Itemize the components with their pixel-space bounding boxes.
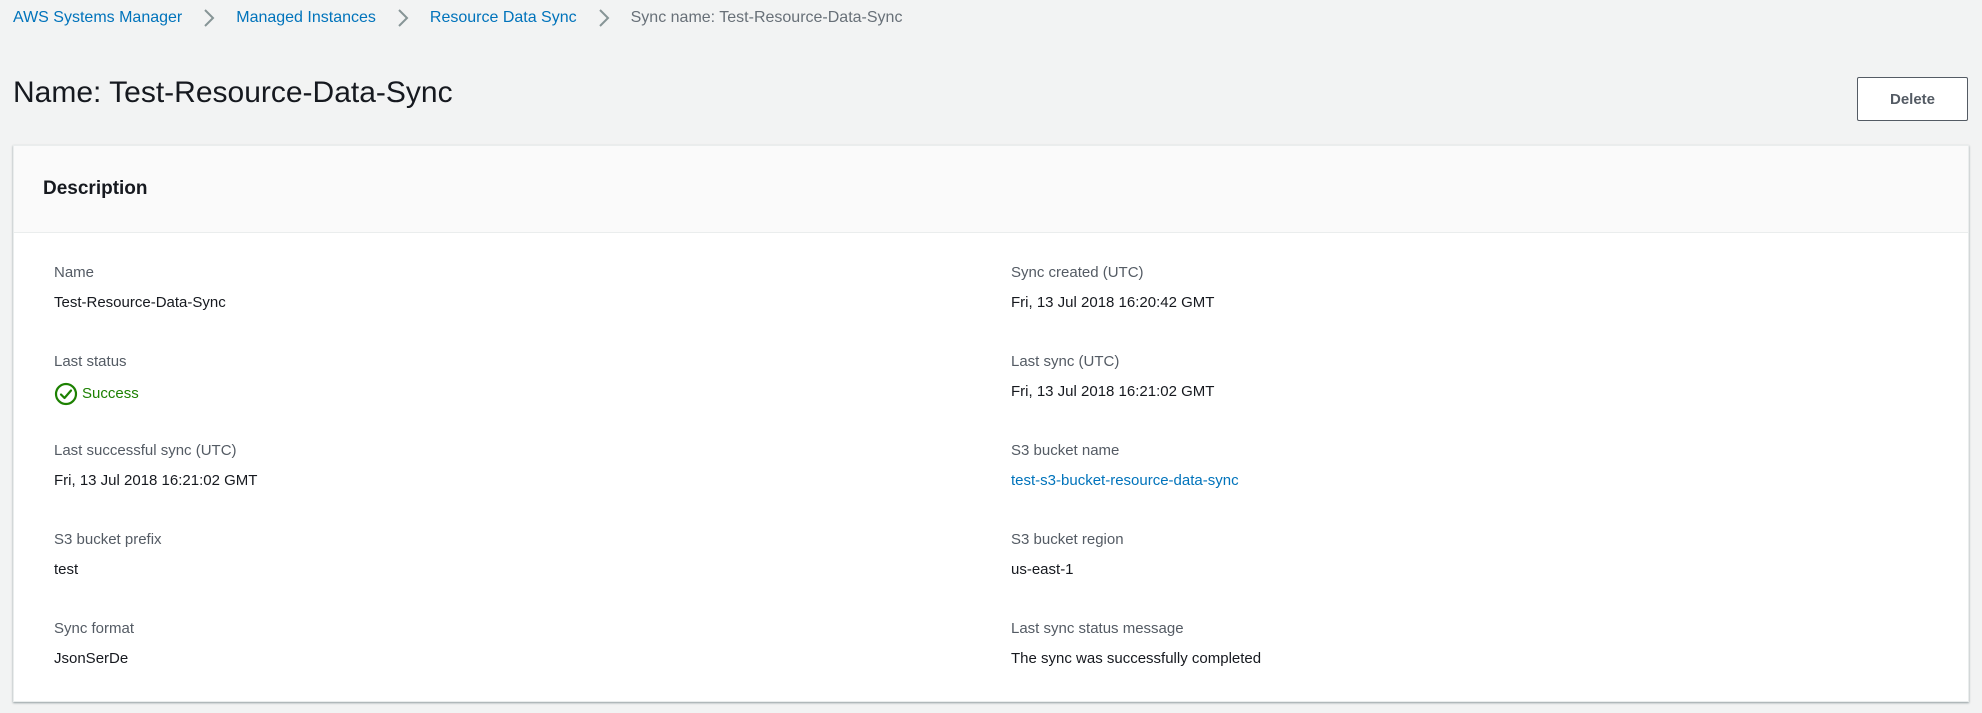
field-value: Success (54, 382, 954, 406)
field-label: Sync created (UTC) (1011, 264, 1144, 281)
status-text: Success (82, 385, 139, 402)
panel-header: Description (14, 146, 1968, 233)
field-last-status: Last status Success (54, 352, 954, 406)
field-value: Fri, 13 Jul 2018 16:21:02 GMT (1011, 383, 1215, 400)
delete-button[interactable]: Delete (1857, 77, 1968, 121)
field-label: S3 bucket region (1011, 531, 1124, 548)
breadcrumb-link-systems-manager[interactable]: AWS Systems Manager (13, 9, 182, 27)
field-label: Name (54, 264, 95, 281)
field-label: Last sync status message (1011, 620, 1184, 637)
field-value: Fri, 13 Jul 2018 16:21:02 GMT (54, 472, 258, 489)
breadcrumb-current: Sync name: Test-Resource-Data-Sync (630, 9, 903, 26)
field-value: JsonSerDe (54, 650, 129, 667)
field-sync-created: Sync created (UTC) Fri, 13 Jul 2018 16:2… (1011, 263, 1911, 313)
field-value: The sync was successfully completed (1011, 650, 1262, 667)
status-badge: Success (54, 382, 139, 406)
check-circle-icon (54, 382, 78, 406)
field-sync-format: Sync format JsonSerDe (54, 619, 954, 669)
field-label: Last sync (UTC) (1011, 353, 1120, 370)
breadcrumb-link-managed-instances[interactable]: Managed Instances (236, 9, 376, 27)
field-name: Name Test-Resource-Data-Sync (54, 263, 954, 313)
field-label: S3 bucket prefix (54, 531, 162, 548)
field-value: Fri, 13 Jul 2018 16:20:42 GMT (1011, 294, 1215, 311)
panel-body: Name Test-Resource-Data-Sync Last status… (14, 233, 1968, 702)
chevron-right-icon (577, 8, 631, 28)
s3-bucket-link[interactable]: test-s3-bucket-resource-data-sync (1011, 471, 1239, 491)
chevron-right-icon (182, 8, 236, 28)
field-last-successful-sync: Last successful sync (UTC) Fri, 13 Jul 2… (54, 441, 954, 491)
field-label: Last status (54, 353, 127, 370)
breadcrumb: AWS Systems Manager Managed Instances Re… (13, 7, 902, 29)
field-label: S3 bucket name (1011, 442, 1120, 459)
field-last-sync: Last sync (UTC) Fri, 13 Jul 2018 16:21:0… (1011, 352, 1911, 402)
field-s3-bucket-region: S3 bucket region us-east-1 (1011, 530, 1911, 580)
description-panel: Description Name Test-Resource-Data-Sync… (13, 145, 1969, 702)
field-last-sync-status-message: Last sync status message The sync was su… (1011, 619, 1911, 669)
field-value: Test-Resource-Data-Sync (54, 294, 226, 311)
field-value: us-east-1 (1011, 561, 1074, 578)
breadcrumb-link-resource-data-sync[interactable]: Resource Data Sync (430, 9, 577, 27)
field-label: Sync format (54, 620, 135, 637)
field-value: test-s3-bucket-resource-data-sync (1011, 471, 1911, 491)
chevron-right-icon (376, 8, 430, 28)
field-value: test (54, 561, 79, 578)
page-title: Name: Test-Resource-Data-Sync (13, 76, 453, 109)
field-s3-bucket-prefix: S3 bucket prefix test (54, 530, 954, 580)
field-label: Last successful sync (UTC) (54, 442, 237, 459)
field-s3-bucket-name: S3 bucket name test-s3-bucket-resource-d… (1011, 441, 1911, 491)
panel-title: Description (43, 178, 148, 199)
